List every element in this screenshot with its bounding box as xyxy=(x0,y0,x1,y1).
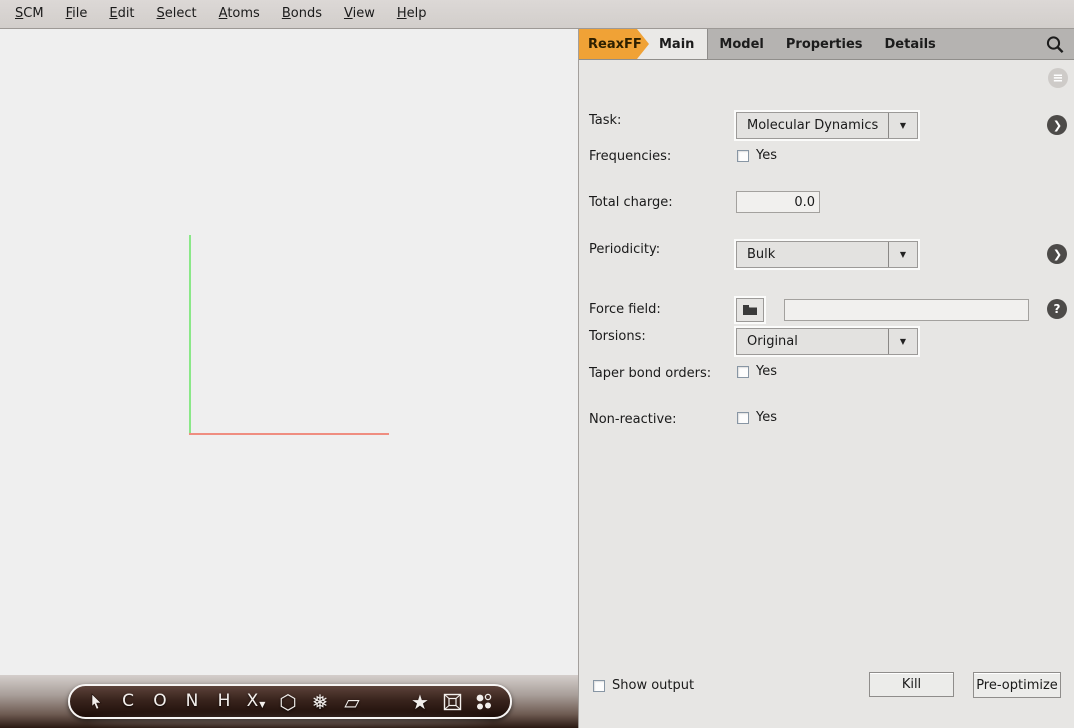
force-field-browse-button[interactable] xyxy=(736,298,764,322)
hydrogen-tool[interactable]: H xyxy=(214,693,234,710)
menu-item-file[interactable]: File xyxy=(55,0,99,28)
search-button[interactable] xyxy=(1044,34,1066,56)
atom-toolbar: C O N H X▼ ⬡ ❅ ▱ ★ xyxy=(68,684,512,719)
task-dropdown[interactable]: Molecular Dynamics ▼ xyxy=(736,112,918,139)
task-expand-button[interactable]: ❯ xyxy=(1047,115,1067,135)
chevron-right-icon: ❯ xyxy=(1053,249,1062,260)
task-value: Molecular Dynamics xyxy=(737,118,888,133)
taper-bond-orders-checkbox[interactable]: Yes xyxy=(737,364,777,379)
non-reactive-option-label: Yes xyxy=(756,410,777,425)
tab-bar: ReaxFF Main Model Properties Details xyxy=(579,29,1074,60)
cursor-arrow-icon xyxy=(89,693,104,710)
oxygen-tool[interactable]: O xyxy=(150,693,170,710)
chevron-right-icon: ❯ xyxy=(1053,120,1062,131)
menu-item-bonds[interactable]: Bonds xyxy=(271,0,333,28)
torsions-dropdown-button[interactable]: ▼ xyxy=(888,329,917,354)
non-reactive-checkbox[interactable]: Yes xyxy=(737,410,777,425)
frequencies-label: Frequencies: xyxy=(589,146,671,164)
total-charge-label: Total charge: xyxy=(589,192,673,210)
menu-item-view[interactable]: View xyxy=(333,0,386,28)
element-dropdown-icon: ▼ xyxy=(259,700,265,709)
carbon-tool[interactable]: C xyxy=(118,693,138,710)
torsions-value: Original xyxy=(737,334,888,349)
taper-bond-orders-label: Taper bond orders: xyxy=(589,363,711,381)
force-field-input[interactable] xyxy=(784,299,1029,321)
menu-item-select[interactable]: Select xyxy=(146,0,208,28)
panel-menu-button[interactable]: ≡ xyxy=(1048,68,1068,88)
dropdown-arrow-icon: ▼ xyxy=(900,337,906,346)
show-output-label: Show output xyxy=(612,678,694,693)
nitrogen-tool[interactable]: N xyxy=(182,693,202,710)
pointer-tool[interactable] xyxy=(86,693,106,710)
checkbox-box[interactable] xyxy=(737,150,749,162)
ams-reaxff-window: SCMFileEditSelectAtomsBondsViewHelp C O … xyxy=(0,0,1074,728)
active-tab-group: ReaxFF Main xyxy=(579,29,708,59)
menu-item-scm[interactable]: SCM xyxy=(4,0,55,28)
question-mark-icon: ? xyxy=(1054,303,1061,315)
checkbox-box[interactable] xyxy=(593,680,605,692)
menu-bar: SCMFileEditSelectAtomsBondsViewHelp xyxy=(0,0,1074,29)
torsions-dropdown[interactable]: Original ▼ xyxy=(736,328,918,355)
task-label: Task: xyxy=(589,110,621,128)
force-field-label: Force field: xyxy=(589,299,661,317)
tab-details[interactable]: Details xyxy=(874,29,947,59)
menu-item-atoms[interactable]: Atoms xyxy=(208,0,271,28)
checkbox-box[interactable] xyxy=(737,412,749,424)
tab-model[interactable]: Model xyxy=(708,29,774,59)
molecules-dots-icon xyxy=(475,693,493,711)
force-field-help-button[interactable]: ? xyxy=(1047,299,1067,319)
unit-cell-icon xyxy=(443,693,462,711)
tab-properties[interactable]: Properties xyxy=(775,29,874,59)
tab-main[interactable]: Main xyxy=(649,29,707,59)
folder-icon xyxy=(742,304,758,316)
x-axis-line xyxy=(189,433,389,435)
torsions-label: Torsions: xyxy=(589,326,646,344)
y-axis-line xyxy=(189,235,191,435)
periodicity-expand-button[interactable]: ❯ xyxy=(1047,244,1067,264)
total-charge-input[interactable] xyxy=(736,191,820,213)
context-tab-reaxff[interactable]: ReaxFF xyxy=(579,29,649,59)
viewport-bottom-strip: C O N H X▼ ⬡ ❅ ▱ ★ xyxy=(0,675,578,728)
periodicity-dropdown[interactable]: Bulk ▼ xyxy=(736,241,918,268)
periodicity-value: Bulk xyxy=(737,247,888,262)
dropdown-arrow-icon: ▼ xyxy=(900,250,906,259)
ring-tool-icon[interactable]: ⬡ xyxy=(278,692,298,712)
reaxff-settings-panel: ReaxFF Main Model Properties Details ≡ T… xyxy=(578,29,1074,728)
periodicity-label: Periodicity: xyxy=(589,239,660,257)
menu-item-help[interactable]: Help xyxy=(386,0,438,28)
cell-box-tool[interactable] xyxy=(442,693,462,711)
structures-tool-icon[interactable]: ★ xyxy=(410,692,430,712)
frequencies-checkbox[interactable]: Yes xyxy=(737,148,777,163)
frequencies-option-label: Yes xyxy=(756,148,777,163)
main-form: ≡ Task: Molecular Dynamics ▼ ❯ Frequenci… xyxy=(579,60,1074,728)
molecule-viewport[interactable] xyxy=(0,29,578,675)
non-reactive-label: Non-reactive: xyxy=(589,409,677,427)
pre-optimize-button[interactable]: Pre-optimize xyxy=(973,672,1061,698)
hamburger-icon: ≡ xyxy=(1053,72,1064,85)
plane-tool-icon[interactable]: ▱ xyxy=(342,692,362,712)
show-output-checkbox[interactable]: Show output xyxy=(593,678,694,693)
dropdown-arrow-icon: ▼ xyxy=(900,121,906,130)
taper-option-label: Yes xyxy=(756,364,777,379)
crystal-tool-icon[interactable]: ❅ xyxy=(310,692,330,712)
periodicity-dropdown-button[interactable]: ▼ xyxy=(888,242,917,267)
menu-item-edit[interactable]: Edit xyxy=(98,0,145,28)
checkbox-box[interactable] xyxy=(737,366,749,378)
element-x-tool[interactable]: X▼ xyxy=(246,693,266,710)
molecules-tool[interactable] xyxy=(474,693,494,711)
kill-button[interactable]: Kill xyxy=(869,672,954,697)
search-icon xyxy=(1044,34,1066,56)
task-dropdown-button[interactable]: ▼ xyxy=(888,113,917,138)
